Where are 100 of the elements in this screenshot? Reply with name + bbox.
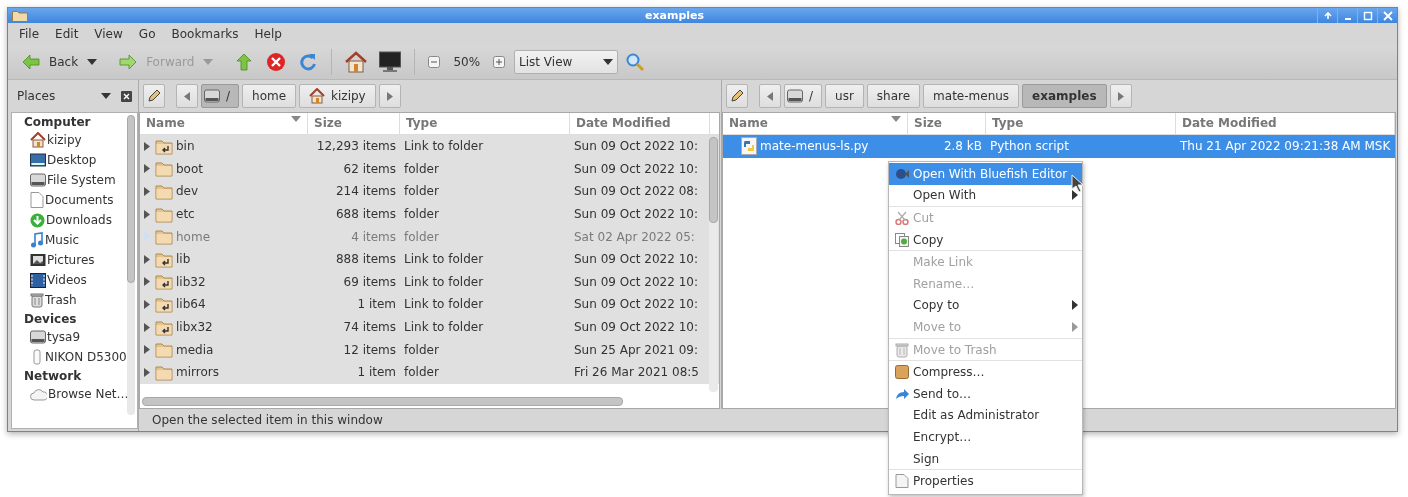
menu-item[interactable]: Edit [47,25,87,43]
column-header[interactable]: Date Modified [1176,113,1395,134]
sidebar-item[interactable]: Music [45,233,80,247]
sidebar-item[interactable]: Documents [45,193,114,207]
sidebar-item[interactable]: Pictures [47,253,95,267]
path-button[interactable]: usr [825,84,864,108]
menu-item[interactable]: Send to… [889,382,1082,405]
column-header[interactable]: Size [908,113,986,134]
music-note-icon [30,232,44,248]
home-icon[interactable] [345,51,368,73]
sidebar-item[interactable]: NIKON D5300 [45,350,127,364]
expander-icon[interactable] [144,164,150,174]
expander-icon[interactable] [144,299,150,309]
menu-item[interactable]: Bookmarks [163,25,247,43]
menu-item[interactable]: Copy [889,228,1082,251]
close-icon[interactable] [121,90,132,102]
scrollbar[interactable] [709,137,718,392]
scrollbar[interactable] [127,115,135,415]
menu-item[interactable]: Encrypt… [889,426,1082,448]
column-header[interactable]: Name [723,113,908,134]
menu-item[interactable]: Edit as Administrator [889,404,1082,427]
house-icon [30,132,46,148]
expander-icon[interactable] [144,254,150,264]
path-button[interactable]: home [242,84,297,108]
sidebar-item[interactable]: Videos [47,273,87,287]
file-row[interactable]: lib64 1 item Link to folder Sun 09 Oct 2022 10: [140,293,719,316]
maximize-icon[interactable] [1361,9,1374,22]
path-button[interactable]: examples [1022,84,1107,108]
file-row[interactable]: etc 688 items folder Sun 09 Oct 2022 10: [140,202,719,226]
expander-icon[interactable] [144,322,150,332]
path-button[interactable]: mate-menus [923,84,1020,108]
file-row[interactable]: bin 12,293 items Link to folder Sun 09 Oct 2022 10: [140,135,719,158]
back-button[interactable]: Back [16,49,84,75]
expander-icon[interactable] [144,141,150,151]
file-row[interactable]: lib 888 items Link to folder Sun 09 Oct 2022 10: [140,247,719,271]
column-header[interactable]: Name [140,113,308,134]
stop-icon[interactable] [266,52,287,72]
sidebar-item[interactable]: kizipy [47,133,82,147]
file-row[interactable]: dev 214 items folder Sun 09 Oct 2022 08: [140,180,719,203]
folder-icon [155,341,173,359]
arrow-icon [21,52,41,72]
reload-icon[interactable] [298,52,319,72]
path-button[interactable]: / [784,84,823,108]
expander-icon[interactable] [144,277,150,287]
file-row[interactable]: libx32 74 items Link to folder Sun 09 Oct 2022 10: [140,315,719,339]
folder-link-icon [155,295,173,313]
scrollbar-thumb[interactable] [127,115,135,283]
scroll-left-button[interactable] [176,84,198,108]
path-button[interactable]: / [201,84,240,108]
file-name: boot [176,161,203,176]
zoom-out-icon[interactable] [428,56,441,68]
computer-icon[interactable] [379,51,402,73]
file-row[interactable]: media 12 items folder Sun 25 Apr 2021 09: [140,338,719,361]
sidebar-item[interactable]: Browse Net… [48,387,129,401]
expander-icon[interactable] [144,209,150,219]
file-row[interactable]: mirrors 1 item folder Fri 26 Mar 2021 08:5 [140,360,719,384]
column-header[interactable]: Size [308,113,400,134]
scrollbar-thumb[interactable] [142,397,623,406]
scroll-left-button[interactable] [759,84,781,108]
menu-item[interactable]: View [86,25,131,43]
submenu-arrow-icon [1072,190,1078,201]
path-button[interactable]: kizipy [299,84,376,108]
menu-item[interactable]: Go [130,25,164,43]
sidebar-item[interactable]: Downloads [46,213,112,227]
zoom-in-icon[interactable] [493,56,506,68]
menu-item[interactable]: Open With [889,184,1082,207]
column-header[interactable]: Date Modified [570,113,710,134]
table-cell-text: Sun 09 Oct 2022 10: [573,252,699,267]
file-row[interactable]: boot 62 items folder Sun 09 Oct 2022 10: [140,157,719,181]
menu-item[interactable]: Help [246,25,290,43]
scroll-right-button[interactable] [1109,84,1132,108]
caret-icon[interactable] [87,59,98,65]
sidebar-item[interactable]: Desktop [47,153,97,167]
caret-icon[interactable] [101,93,111,99]
scroll-right-button[interactable] [378,84,401,108]
view-dropdown[interactable]: List View [514,50,619,74]
menu-item[interactable]: Compress… [889,361,1082,383]
menu-item[interactable]: Properties [889,470,1082,492]
column-header[interactable]: Type [400,113,570,134]
sidebar-item[interactable]: Trash [45,293,77,307]
menu-item[interactable]: Sign [889,447,1082,470]
file-name: media [176,342,214,357]
sidebar-item[interactable]: File System [47,173,116,187]
path-button[interactable]: share [866,84,921,108]
search-icon[interactable] [625,52,646,72]
scrollbar-thumb[interactable] [709,137,718,223]
menu-item[interactable]: File [11,25,48,43]
file-row[interactable]: lib32 69 items Link to folder Sun 09 Oct 2022 10: [140,270,719,294]
sidebar-item[interactable]: tysa9 [47,330,81,344]
expander-icon[interactable] [144,345,150,355]
expander-icon[interactable] [144,367,150,377]
file-name: lib32 [176,274,206,289]
edit-location-button[interactable] [726,84,748,108]
edit-location-button[interactable] [143,84,165,108]
column-header[interactable]: Type [986,113,1176,134]
file-name: lib [176,252,191,267]
table-cell-text: folder [403,365,440,380]
menu-item[interactable]: Copy to [889,294,1082,317]
expander-icon[interactable] [144,187,150,196]
file-name: lib64 [176,297,206,312]
